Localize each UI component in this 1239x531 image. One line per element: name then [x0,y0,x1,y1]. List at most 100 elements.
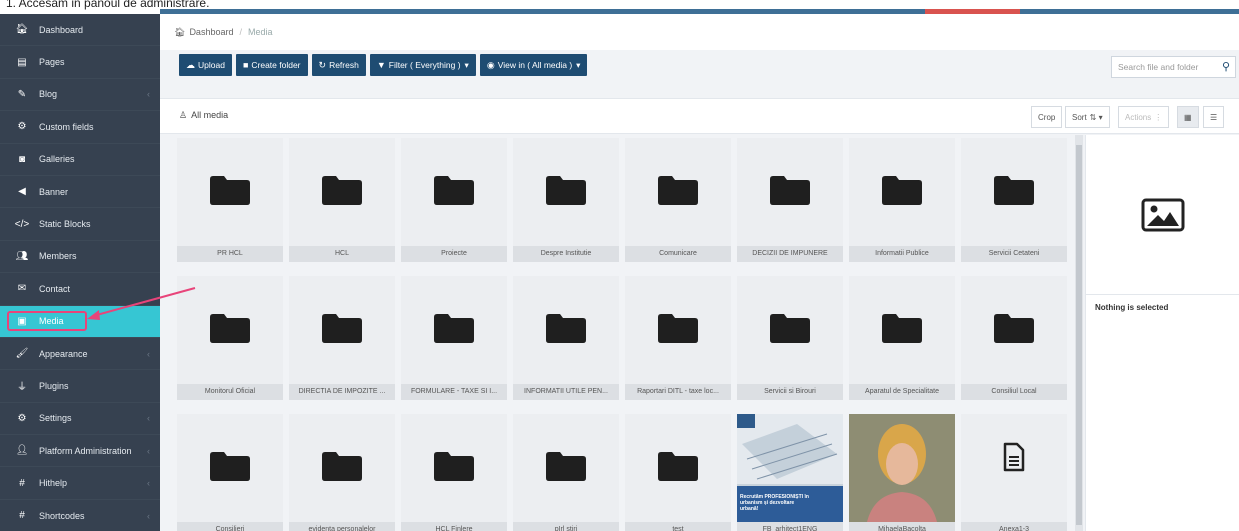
media-item-name: MihaelaBacolta [849,522,955,531]
nothing-selected-text: Nothing is selected [1095,303,1169,312]
folder-icon [658,313,698,343]
sidebar-item-settings[interactable]: ⚙ Settings ‹ [0,403,160,436]
media-item[interactable]: Informatii Publice [849,138,955,262]
sidebar-item-pages[interactable]: ▤ Pages [0,46,160,79]
sidebar-item-hithelp[interactable]: # Hithelp ‹ [0,467,160,500]
sort-dropdown[interactable]: Sort ⇅ ▾ [1065,106,1110,128]
plug-icon: ⏚ [17,382,27,394]
sidebar-item-blog[interactable]: ✎ Blog ‹ [0,79,160,112]
sidebar-item-custom-fields[interactable]: ⚙ Custom fields [0,111,160,144]
list-icon: ☰ [1210,112,1218,122]
sidebar-item-label: Banner [39,186,69,197]
sidebar-item-dashboard[interactable]: 🏠︎ Dashboard [0,14,160,47]
folder-icon [546,451,586,481]
sidebar-item-label: Custom fields [39,121,94,132]
file-icon: ▤ [17,56,27,68]
media-item[interactable]: Consiliul Local [961,276,1067,400]
media-item[interactable]: PR HCL [177,138,283,262]
media-item[interactable]: Raportari DITL - taxe loc... [625,276,731,400]
media-item[interactable]: Comunicare [625,138,731,262]
folder-icon [322,313,362,343]
search-input[interactable]: Search file and folder ⚲ [1111,56,1236,78]
document-icon [1003,442,1025,472]
home-icon: 🏠︎ [15,24,29,36]
sidebar-item-shortcodes[interactable]: # Shortcodes ‹ [0,500,160,531]
media-item-name: INFORMATII UTILE PEN... [513,384,619,400]
folder-icon [882,175,922,205]
chevron-left-icon: ‹ [147,413,150,424]
media-item-name: evidenta personalelor [289,522,395,531]
media-item[interactable]: Consilieri [177,414,283,531]
all-media-title: ♙ All media [179,110,228,121]
cloud-upload-icon: ☁ [186,59,195,70]
sidebar-item-label: Plugins [39,380,69,391]
media-item[interactable]: test [625,414,731,531]
media-item[interactable]: Recrutăm PROFESIONIȘTI în urbanism și de… [737,414,843,531]
sidebar-item-static-blocks[interactable]: </> Static Blocks [0,208,160,241]
media-item[interactable]: MihaelaBacolta [849,414,955,531]
chevron-left-icon: ‹ [147,348,150,359]
media-item[interactable]: Servicii si Birouri [737,276,843,400]
grid-icon: ▦ [1184,112,1192,122]
refresh-label: Refresh [329,60,359,70]
actions-label: Actions [1125,112,1152,122]
media-item[interactable]: Proiecte [401,138,507,262]
media-item[interactable]: DIRECTIA DE IMPOZITE ... [289,276,395,400]
image-thumbnail [849,414,955,522]
breadcrumb-dashboard-link[interactable]: Dashboard [189,27,233,37]
media-item[interactable]: FORMULARE - TAXE SI I... [401,276,507,400]
chevron-left-icon: ‹ [147,478,150,489]
media-item-name: FB_arhitect1ENG [737,522,843,531]
media-item-name: Consilieri [177,522,283,531]
media-item[interactable]: evidenta personalelor [289,414,395,531]
view-in-label: View in ( All media ) [497,60,573,70]
sidebar-item-plugins[interactable]: ⏚ Plugins [0,370,160,403]
media-item[interactable]: pIrl stiri [513,414,619,531]
sidebar-item-platform-administration[interactable]: 👤︎ Platform Administration ‹ [0,435,160,468]
chevron-left-icon: ‹ [147,445,150,456]
media-item-name: PR HCL [177,246,283,262]
filter-icon: ▼ [376,60,386,70]
media-highlight-annotation [7,311,87,331]
list-view-button[interactable]: ☰ [1203,106,1225,128]
media-item-name: Aparatul de Specialitate [849,384,955,400]
upload-button[interactable]: ☁ Upload [179,54,232,76]
media-item[interactable]: INFORMATII UTILE PEN... [513,276,619,400]
media-item-name: test [625,522,731,531]
top-header-strip: 1. Accesam in panoul de administrare. [0,0,1239,14]
image-icon [1141,198,1184,231]
scrollbar-thumb[interactable] [1076,145,1082,525]
media-item-name: Servicii si Birouri [737,384,843,400]
media-item[interactable]: HCL Finlere [401,414,507,531]
actions-dropdown[interactable]: Actions ⋮ [1118,106,1170,128]
media-item[interactable]: Anexa1-3 [961,414,1067,531]
sidebar-item-label: Hithelp [39,478,68,489]
create-folder-button[interactable]: ■ Create folder [235,54,308,76]
media-item[interactable]: HCL [289,138,395,262]
media-item[interactable]: Despre Institutie [513,138,619,262]
sidebar: 🏠︎ Dashboard ▤ Pages ✎ Blog ‹ ⚙ Custom fields ◙ Ga… [0,14,160,531]
filter-dropdown[interactable]: ▼ Filter ( Everything ) ▾ [369,54,476,76]
grid-scrollbar[interactable] [1075,135,1083,531]
media-item[interactable]: Servicii Cetateni [961,138,1067,262]
media-toolbar: ☁ Upload ■ Create folder ↻ Refresh ▼ Filter … [179,54,588,76]
grid-view-button[interactable]: ▦ [1177,106,1199,128]
brush-icon: 🖌︎ [15,348,29,360]
media-item-name: Proiecte [401,246,507,262]
image-overlay-text: Recrutăm PROFESIONIȘTI în urbanism și de… [740,494,809,512]
media-item[interactable]: DECIZII DE IMPUNERE [737,138,843,262]
media-grid: PR HCL HCL Proiecte Despre Institutie Comuni… [177,135,1075,531]
sidebar-item-members[interactable]: 👥︎ Members [0,241,160,274]
crop-button[interactable]: Crop [1031,106,1063,128]
view-in-dropdown[interactable]: ◉ View in ( All media ) ▾ [479,54,588,76]
refresh-button[interactable]: ↻ Refresh [311,54,366,76]
sidebar-item-banner[interactable]: ◀ Banner [0,176,160,209]
code-icon: </> [14,218,30,230]
media-item-name: Monitorul Oficial [177,384,283,400]
folder-icon: ■ [242,60,249,70]
sidebar-item-label: Galleries [39,154,75,165]
sidebar-item-appearance[interactable]: 🖌︎ Appearance ‹ [0,338,160,371]
sidebar-item-galleries[interactable]: ◙ Galleries [0,144,160,176]
media-item[interactable]: Aparatul de Specialitate [849,276,955,400]
search-icon[interactable]: ⚲ [1222,60,1230,73]
